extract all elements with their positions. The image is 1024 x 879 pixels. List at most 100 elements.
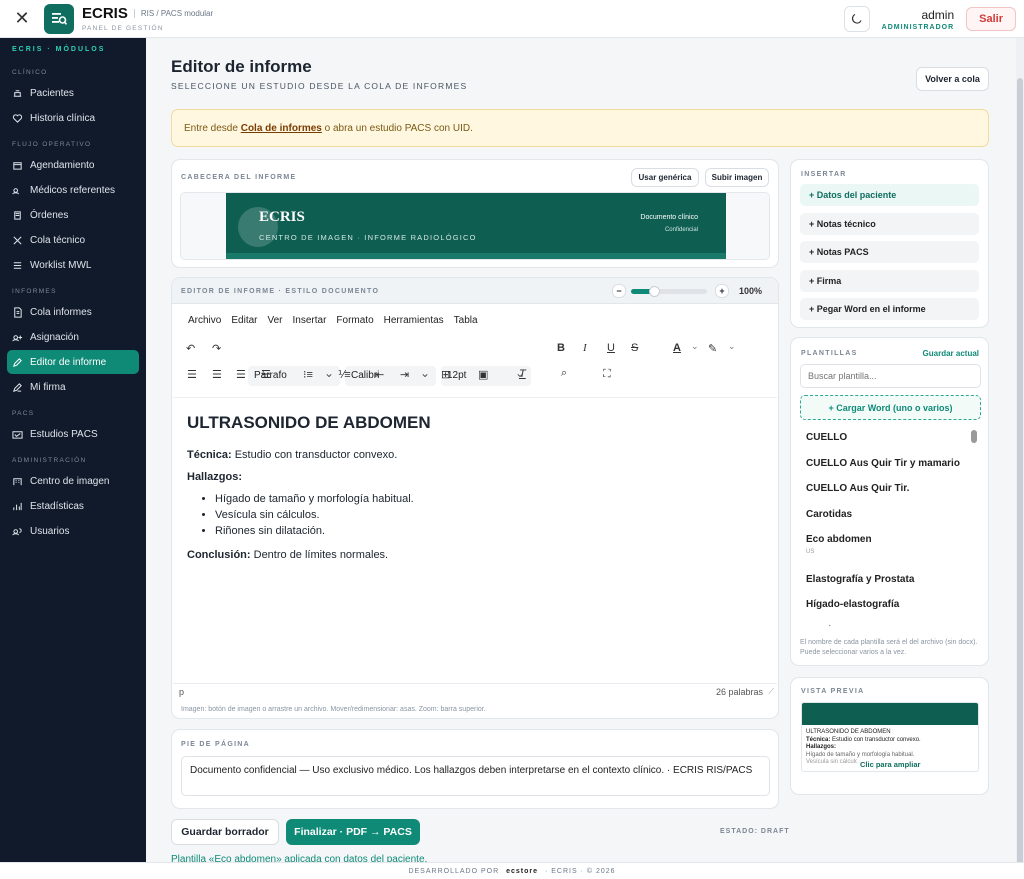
doc-conclusion-text: Dentro de límites normales. <box>250 549 389 561</box>
undo-icon[interactable]: ↶ <box>186 342 195 355</box>
sidebar-item-medicos-referentes[interactable]: Médicos referentes <box>7 178 139 202</box>
word-count: 26 palabras <box>715 687 763 697</box>
sidebar-item-cola-tecnico[interactable]: Cola técnico <box>7 228 139 252</box>
template-item[interactable]: Elastografía y Prostata <box>806 574 914 585</box>
zoom-slider[interactable] <box>631 286 707 297</box>
template-name: CUELLO Aus Quir Tir y mamario <box>806 457 960 469</box>
template-item[interactable]: CUELLO Aus Quir Tir y mamario <box>806 458 960 469</box>
template-search-input[interactable] <box>800 364 981 388</box>
estudios-pacs-icon <box>12 430 23 439</box>
template-item[interactable]: CUELLO <box>806 432 847 443</box>
page-scrollbar[interactable] <box>1016 38 1024 878</box>
template-item[interactable]: CUELLO Aus Quir Tir. <box>806 483 909 494</box>
menu-insertar[interactable]: Insertar <box>293 315 327 326</box>
template-item[interactable]: Hombro <box>806 625 844 627</box>
page-scrollbar-thumb[interactable] <box>1017 78 1023 878</box>
search-icon[interactable]: ⌕ <box>561 367 567 380</box>
sidebar-item-mi-firma[interactable]: Mi firma <box>7 375 139 399</box>
align-right-icon[interactable]: ☰ <box>236 368 246 381</box>
insert--pegar-word-en-el-informe[interactable]: + Pegar Word en el informe <box>800 298 979 320</box>
sidebar-item-historia-clinica[interactable]: Historia clínica <box>7 106 139 130</box>
insert--datos-del-paciente[interactable]: + Datos del paciente <box>800 184 979 206</box>
sidebar-item-cola-informes[interactable]: Cola informes <box>7 300 139 324</box>
sidebar-item-pacientes[interactable]: Pacientes <box>7 81 139 105</box>
back-to-queue-button[interactable]: Volver a cola <box>916 67 989 91</box>
font-family-select[interactable]: Calibri <box>345 366 436 386</box>
editor-header: EDITOR DE INFORME · ESTILO DOCUMENTO − +… <box>172 278 778 304</box>
template-tag: US <box>806 549 815 555</box>
document-body[interactable]: ULTRASONIDO DE ABDOMEN Técnica: Estudio … <box>173 397 777 683</box>
theme-toggle-button[interactable] <box>843 6 870 32</box>
zoom-slider-knob[interactable] <box>648 286 660 297</box>
banner-right-2: Confidencial <box>664 227 698 233</box>
numbered-list-icon[interactable]: ⅟≡ <box>338 368 351 381</box>
app-footer: DESARROLLADO POR ecstore · ECRIS · © 202… <box>0 862 1024 879</box>
use-generic-button[interactable]: Usar genérica <box>631 168 699 187</box>
align-center-icon[interactable]: ☰ <box>212 368 222 381</box>
menu-formato[interactable]: Formato <box>336 315 373 326</box>
preview-thumbnail[interactable]: ULTRASONIDO DE ABDOMEN Técnica: Estudio … <box>801 702 979 772</box>
agendamiento-icon <box>13 161 22 170</box>
usuarios-icon <box>12 527 22 535</box>
queue-link[interactable]: Cola de informes <box>241 123 322 134</box>
menu-herramientas[interactable]: Herramientas <box>384 315 444 326</box>
pacientes-icon <box>13 89 22 97</box>
save-template-button[interactable]: Guardar actual <box>923 349 979 358</box>
bullet-list-icon[interactable]: ⁝≡ <box>303 368 313 381</box>
text-color-icon[interactable]: A <box>673 342 681 354</box>
editor-toolbar: Archivo Editar Ver Insertar Formato Herramien… <box>173 304 777 396</box>
sidebar-item-centro-de-imagen[interactable]: Centro de imagen <box>7 469 139 493</box>
sidebar-item-estadisticas[interactable]: Estadísticas <box>7 494 139 518</box>
insert--notas-tecnico[interactable]: + Notas técnico <box>800 212 979 235</box>
menu-ver[interactable]: Ver <box>267 315 282 326</box>
italic-icon[interactable]: I <box>583 342 587 354</box>
table-icon[interactable]: ⊞ <box>441 368 450 381</box>
template-item[interactable]: Eco abdomen US <box>806 534 872 555</box>
menu-archivo[interactable]: Archivo <box>188 315 221 326</box>
centro-de-imagen-icon <box>13 477 22 485</box>
resize-handle-icon[interactable]: ⟋ <box>768 687 774 697</box>
chevron-down-icon[interactable]: ⌄ <box>691 341 699 352</box>
close-icon[interactable]: ✕ <box>0 0 44 38</box>
save-draft-button[interactable]: Guardar borrador <box>171 819 279 845</box>
zoom-in-button[interactable]: + <box>715 284 729 298</box>
sidebar-item-estudios-pacs[interactable]: Estudios PACS <box>7 422 139 446</box>
sidebar-item-worklist-mwl[interactable]: Worklist MWL <box>7 253 139 277</box>
template-list-scrollbar[interactable] <box>971 430 977 443</box>
sidebar-item-agendamiento[interactable]: Agendamiento <box>7 153 139 177</box>
finalize-button[interactable]: Finalizar · PDF → PACS <box>286 819 420 845</box>
underline-icon[interactable]: U <box>607 342 615 354</box>
indent-icon[interactable]: ⇥ <box>400 368 409 381</box>
sidebar-item-ordenes[interactable]: Órdenes <box>7 203 139 227</box>
load-word-button[interactable]: + Cargar Word (uno o varios) <box>800 395 981 420</box>
zoom-out-button[interactable]: − <box>612 284 626 298</box>
brand-subtitle: RIS / PACS modular <box>133 9 213 18</box>
doc-finding-item: Hígado de tamaño y morfología habitual. <box>215 493 763 505</box>
chevron-down-icon[interactable]: ⌄ <box>728 341 736 352</box>
sidebar-item-usuarios[interactable]: Usuarios <box>7 519 139 543</box>
sidebar-item-label: Médicos referentes <box>30 184 116 196</box>
logout-button[interactable]: Salir <box>966 7 1016 31</box>
template-item[interactable]: Carotidas <box>806 509 852 520</box>
sidebar-item-asignacion[interactable]: Asignación <box>7 325 139 349</box>
zoom-value: 100% <box>739 286 763 296</box>
fullscreen-icon[interactable]: ⛶ <box>603 368 611 381</box>
footer-textarea[interactable]: Documento confidencial — Uso exclusivo m… <box>181 756 770 796</box>
sidebar-section-informes: INFORMES <box>12 288 57 295</box>
redo-icon[interactable]: ↷ <box>212 342 221 355</box>
align-justify-icon[interactable]: ☰ <box>261 368 271 381</box>
strikethrough-icon[interactable]: S <box>631 342 638 354</box>
upload-image-button[interactable]: Subir imagen <box>705 168 769 187</box>
template-item[interactable]: Hígado-elastografía <box>806 599 899 610</box>
clear-format-icon[interactable]: T <box>519 368 526 380</box>
sidebar-item-editor-de-informe[interactable]: Editor de informe <box>7 350 139 374</box>
menu-editar[interactable]: Editar <box>231 315 257 326</box>
bold-icon[interactable]: B <box>557 342 565 354</box>
insert--firma[interactable]: + Firma <box>800 269 979 292</box>
insert--notas-pacs[interactable]: + Notas PACS <box>800 241 979 263</box>
outdent-icon[interactable]: ⇤ <box>375 368 384 381</box>
menu-tabla[interactable]: Tabla <box>454 315 478 326</box>
image-icon[interactable]: ▣ <box>478 368 488 381</box>
highlight-icon[interactable]: ✎ <box>708 342 717 355</box>
align-left-icon[interactable]: ☰ <box>187 368 197 381</box>
